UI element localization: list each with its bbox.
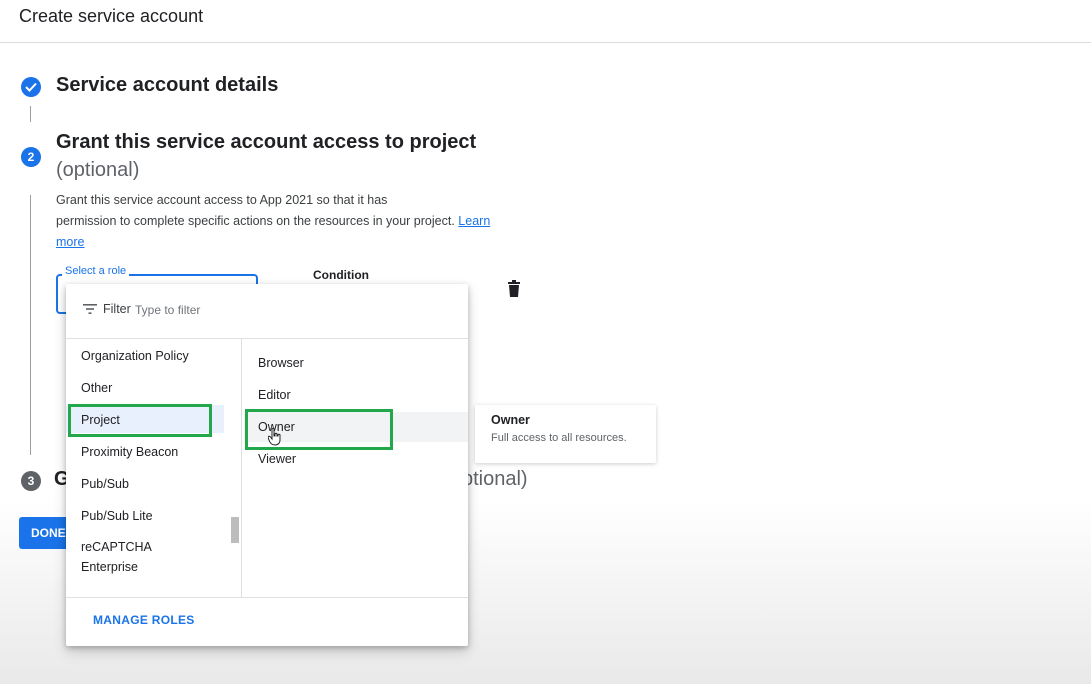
- step1-complete-icon: [21, 77, 41, 97]
- step2-title: Grant this service account access to pro…: [56, 131, 477, 153]
- filter-icon: [83, 304, 97, 314]
- tooltip-description: Full access to all resources.: [491, 432, 627, 444]
- service-item[interactable]: Proximity Beacon: [81, 442, 178, 462]
- service-item[interactable]: Pub/Sub Lite: [81, 506, 153, 526]
- step3-optional-label: ptional): [462, 468, 528, 490]
- learn-more-link[interactable]: Learn: [458, 214, 490, 228]
- page-title: Create service account: [19, 6, 204, 26]
- condition-label: Condition: [313, 268, 369, 282]
- filter-label: Filter: [103, 302, 131, 316]
- description-line2: permission to complete specific actions …: [56, 214, 455, 228]
- service-item-cont[interactable]: Enterprise: [81, 557, 138, 577]
- service-item[interactable]: reCAPTCHA: [81, 537, 152, 557]
- filter-input[interactable]: [135, 300, 315, 320]
- service-item[interactable]: Pub/Sub: [81, 474, 129, 494]
- filter-row: Filter: [66, 284, 468, 339]
- step2-optional-label: (optional): [56, 159, 140, 181]
- step-connector: [30, 195, 31, 455]
- step-connector: [30, 106, 31, 122]
- step3-number-icon: 3: [21, 471, 41, 491]
- role-dropdown: Filter Organization Policy Other Project…: [66, 284, 468, 646]
- delete-icon[interactable]: [506, 280, 522, 298]
- service-item[interactable]: Other: [81, 378, 112, 398]
- learn-more-link-cont[interactable]: more: [56, 235, 84, 249]
- done-button[interactable]: DONE: [19, 517, 71, 549]
- role-tooltip: Owner Full access to all resources.: [475, 405, 656, 463]
- role-item[interactable]: Browser: [258, 353, 304, 373]
- scrollbar-thumb[interactable]: [231, 517, 239, 543]
- page-header: Create service account: [0, 0, 1091, 43]
- hand-cursor-icon: [268, 428, 281, 446]
- role-item[interactable]: Editor: [258, 385, 291, 405]
- manage-roles-button[interactable]: MANAGE ROLES: [93, 613, 195, 627]
- step1-title[interactable]: Service account details: [56, 74, 278, 97]
- step2-description: Grant this service account access to App…: [56, 190, 526, 253]
- description-line1: Grant this service account access to App…: [56, 193, 388, 207]
- project-highlight-box: [68, 404, 212, 437]
- tooltip-title: Owner: [491, 413, 530, 427]
- select-role-label: Select a role: [62, 265, 130, 277]
- service-item[interactable]: Organization Policy: [81, 346, 189, 366]
- footer-divider: [66, 597, 468, 598]
- step2-number-icon: 2: [21, 147, 41, 167]
- role-item[interactable]: Viewer: [258, 449, 296, 469]
- column-divider: [241, 339, 242, 597]
